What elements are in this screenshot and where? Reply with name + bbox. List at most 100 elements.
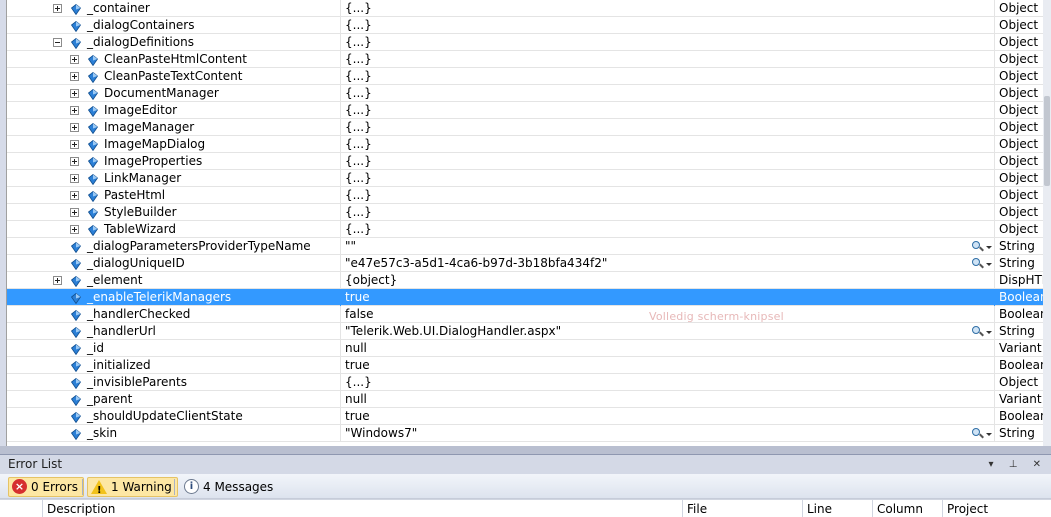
column-header-project[interactable]: Project — [942, 500, 1051, 517]
value-cell[interactable]: {...} — [341, 119, 995, 136]
errors-filter-button[interactable]: × 0 Errors — [8, 477, 84, 497]
expand-icon[interactable] — [70, 174, 79, 183]
collapse-icon[interactable] — [53, 38, 62, 47]
value-cell[interactable]: true — [341, 289, 995, 306]
watch-vertical-scrollbar[interactable] — [1043, 0, 1051, 446]
watch-row[interactable]: _enableTelerikManagers true Boolean — [7, 289, 1051, 306]
property-value: {...} — [345, 18, 372, 32]
expand-icon[interactable] — [70, 157, 79, 166]
expand-icon[interactable] — [70, 106, 79, 115]
value-cell[interactable]: {...} — [341, 17, 995, 34]
messages-filter-button[interactable]: i 4 Messages — [180, 477, 279, 497]
value-cell[interactable]: {...} — [341, 374, 995, 391]
expand-icon[interactable] — [70, 72, 79, 81]
watch-row[interactable]: ImageMapDialog {...} Object — [7, 136, 1051, 153]
value-cell[interactable]: null — [341, 391, 995, 408]
watch-row[interactable]: _handlerChecked false Boolean — [7, 306, 1051, 323]
name-cell: _dialogDefinitions — [7, 34, 341, 51]
property-type: String — [999, 256, 1035, 270]
value-cell[interactable]: {...} — [341, 221, 995, 238]
value-cell[interactable]: {...} — [341, 85, 995, 102]
column-header-file[interactable]: File — [682, 500, 802, 517]
watch-row[interactable]: _dialogParametersProviderTypeName "" Strin… — [7, 238, 1051, 255]
scrollbar-thumb[interactable] — [1044, 96, 1050, 186]
expand-icon[interactable] — [70, 140, 79, 149]
value-cell[interactable]: "Windows7" — [341, 425, 995, 442]
value-cell[interactable]: {...} — [341, 0, 995, 17]
value-cell[interactable]: {...} — [341, 51, 995, 68]
value-cell[interactable]: true — [341, 408, 995, 425]
column-header-description[interactable]: Description — [42, 500, 682, 517]
expand-icon[interactable] — [70, 191, 79, 200]
value-cell[interactable]: "Telerik.Web.UI.DialogHandler.aspx" — [341, 323, 995, 340]
visualizer-magnifier-icon[interactable] — [971, 324, 993, 339]
expand-icon[interactable] — [70, 89, 79, 98]
value-cell[interactable]: {...} — [341, 34, 995, 51]
watch-row[interactable]: _parent null Variant — [7, 391, 1051, 408]
value-cell[interactable]: true — [341, 357, 995, 374]
watch-row[interactable]: _initialized true Boolean — [7, 357, 1051, 374]
expand-icon[interactable] — [70, 225, 79, 234]
property-type: Object — [999, 222, 1039, 236]
property-value: {...} — [345, 188, 372, 202]
watch-row[interactable]: _dialogUniqueID "e47e57c3-a5d1-4ca6-b97d-… — [7, 255, 1051, 272]
property-type: Boolean — [999, 409, 1048, 423]
watch-row[interactable]: _dialogDefinitions {...} Object — [7, 34, 1051, 51]
watch-row[interactable]: _id null Variant — [7, 340, 1051, 357]
watch-row[interactable]: CleanPasteTextContent {...} Object — [7, 68, 1051, 85]
expand-icon[interactable] — [70, 123, 79, 132]
visualizer-magnifier-icon[interactable] — [971, 239, 993, 254]
watch-row[interactable]: _dialogContainers {...} Object — [7, 17, 1051, 34]
watch-row[interactable]: LinkManager {...} Object — [7, 170, 1051, 187]
visualizer-magnifier-icon[interactable] — [971, 426, 993, 441]
value-cell[interactable]: {...} — [341, 204, 995, 221]
value-cell[interactable]: {...} — [341, 170, 995, 187]
property-type: Object — [999, 188, 1039, 202]
watch-row[interactable]: StyleBuilder {...} Object — [7, 204, 1051, 221]
value-cell[interactable]: {...} — [341, 102, 995, 119]
watch-row[interactable]: _element {object} DispHTM — [7, 272, 1051, 289]
column-header-column[interactable]: Column — [872, 500, 942, 517]
watch-row[interactable]: PasteHtml {...} Object — [7, 187, 1051, 204]
column-header-line[interactable]: Line — [802, 500, 872, 517]
pane-splitter[interactable] — [0, 446, 1051, 454]
watch-row[interactable]: DocumentManager {...} Object — [7, 85, 1051, 102]
property-type: Object — [999, 86, 1039, 100]
value-cell[interactable]: {...} — [341, 68, 995, 85]
property-type: String — [999, 324, 1035, 338]
watch-row[interactable]: _skin "Windows7" String — [7, 425, 1051, 442]
watch-row[interactable]: ImageProperties {...} Object — [7, 153, 1051, 170]
value-cell[interactable]: {...} — [341, 187, 995, 204]
watch-row[interactable]: _shouldUpdateClientState true Boolean — [7, 408, 1051, 425]
watch-row[interactable]: _container {...} Object — [7, 0, 1051, 17]
watch-row[interactable]: CleanPasteHtmlContent {...} Object — [7, 51, 1051, 68]
errors-label: 0 Errors — [31, 480, 78, 494]
property-icon — [87, 88, 99, 101]
watch-row[interactable]: TableWizard {...} Object — [7, 221, 1051, 238]
property-type: Object — [999, 154, 1039, 168]
value-cell[interactable]: null — [341, 340, 995, 357]
visualizer-magnifier-icon[interactable] — [971, 256, 993, 271]
error-icon: × — [12, 479, 27, 494]
value-cell[interactable]: {...} — [341, 136, 995, 153]
property-value: "Windows7" — [345, 426, 418, 440]
property-icon — [87, 105, 99, 118]
expand-icon[interactable] — [70, 208, 79, 217]
property-value: {...} — [345, 103, 372, 117]
value-cell[interactable]: "e47e57c3-a5d1-4ca6-b97d-3b18bfa434f2" — [341, 255, 995, 272]
property-name: _dialogParametersProviderTypeName — [87, 239, 311, 253]
value-cell[interactable]: {...} — [341, 153, 995, 170]
property-icon — [70, 258, 82, 271]
watch-row[interactable]: _invisibleParents {...} Object — [7, 374, 1051, 391]
value-cell[interactable]: {object} — [341, 272, 995, 289]
expand-icon[interactable] — [53, 276, 62, 285]
expand-icon[interactable] — [70, 55, 79, 64]
watch-row[interactable]: _handlerUrl "Telerik.Web.UI.DialogHandler… — [7, 323, 1051, 340]
value-cell[interactable]: "" — [341, 238, 995, 255]
window-buttons[interactable]: ▾ ⊥ ✕ — [989, 455, 1047, 474]
watch-row[interactable]: ImageManager {...} Object — [7, 119, 1051, 136]
warnings-filter-button[interactable]: ! 1 Warning — [87, 477, 178, 497]
property-name: TableWizard — [104, 222, 176, 236]
watch-row[interactable]: ImageEditor {...} Object — [7, 102, 1051, 119]
expand-icon[interactable] — [53, 4, 62, 13]
